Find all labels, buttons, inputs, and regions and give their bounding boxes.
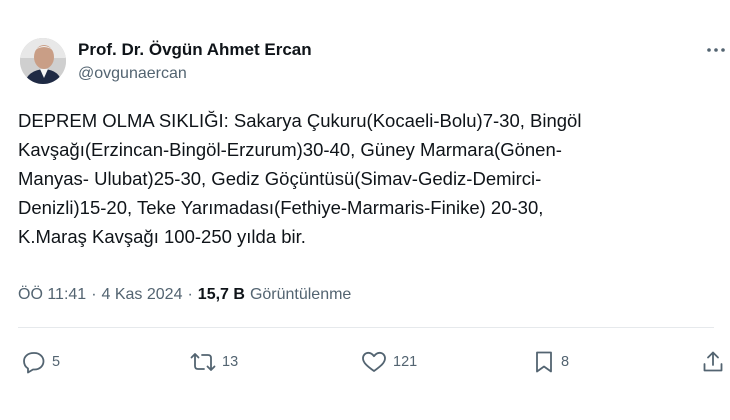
bookmark-button[interactable]: 8 (533, 349, 569, 375)
views-label: Görüntülenme (249, 286, 352, 303)
tweet-date[interactable]: 4 Kas 2024 (102, 286, 183, 304)
share-icon (703, 351, 723, 372)
repost-count: 13 (222, 354, 239, 370)
tweet-time[interactable]: ÖÖ 11:41 (18, 286, 86, 304)
tweet-text-line: Kavşağı(Erzincan-Bingöl-Erzurum)30-40, G… (18, 139, 562, 160)
meta-separator: · (91, 286, 97, 303)
profile-photo-icon (20, 38, 66, 84)
share-button[interactable] (701, 349, 725, 375)
tweet-text-line: Manyas- Ulubat)25-30, Gediz Göçüntüsü(Si… (18, 168, 542, 189)
more-options-button[interactable] (704, 40, 728, 60)
tweet-text-line: K.Maraş Kavşağı 100-250 yılda bir. (18, 226, 306, 247)
more-icon (707, 48, 725, 52)
divider (18, 327, 714, 328)
reply-count: 5 (52, 354, 61, 370)
author-handle[interactable]: @ovgunaercan (78, 65, 187, 83)
reply-button[interactable]: 5 (22, 349, 60, 375)
meta-separator: · (187, 286, 193, 303)
views-count[interactable]: 15,7 B (198, 286, 245, 304)
bookmark-icon (536, 351, 552, 373)
tweet-card: Prof. Dr. Övgün Ahmet Ercan @ovgunaercan… (0, 0, 730, 420)
like-count: 121 (393, 354, 418, 370)
tweet-meta: ÖÖ 11:41 · 4 Kas 2024 · 15,7 B Görüntüle… (18, 286, 351, 304)
reply-icon (23, 352, 45, 374)
tweet-text-line: Denizli)15-20, Teke Yarımadası(Fethiye-M… (18, 197, 544, 218)
like-button[interactable]: 121 (361, 349, 417, 375)
bookmark-count: 8 (561, 354, 570, 370)
author-name[interactable]: Prof. Dr. Övgün Ahmet Ercan (78, 40, 312, 60)
repost-icon (190, 353, 216, 371)
author-avatar[interactable] (20, 38, 66, 84)
repost-button[interactable]: 13 (190, 349, 238, 375)
tweet-text-line: DEPREM OLMA SIKLIĞI: Sakarya Çukuru(Koca… (18, 110, 582, 131)
heart-icon (362, 351, 386, 372)
tweet-text: DEPREM OLMA SIKLIĞI: Sakarya Çukuru(Koca… (18, 106, 708, 251)
